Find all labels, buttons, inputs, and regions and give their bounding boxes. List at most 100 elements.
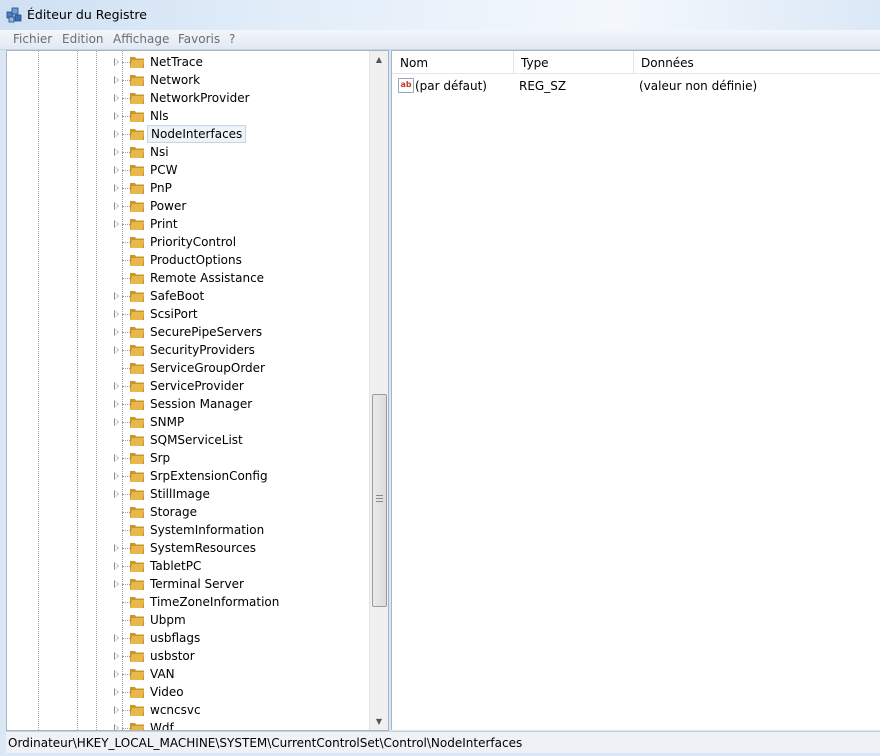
menu-help[interactable]: ? <box>229 32 235 46</box>
expand-arrow-icon[interactable] <box>114 112 119 120</box>
expand-arrow-icon[interactable] <box>114 94 119 102</box>
expand-arrow-icon[interactable] <box>114 634 119 642</box>
expand-arrow-icon[interactable] <box>114 184 119 192</box>
expand-arrow-icon[interactable] <box>114 724 119 730</box>
tree-item[interactable]: NodeInterfaces <box>7 125 369 143</box>
tree-item[interactable]: TabletPC <box>7 557 369 575</box>
tree-item[interactable]: Print <box>7 215 369 233</box>
tree-item[interactable]: Srp <box>7 449 369 467</box>
tree-vertical-scrollbar[interactable]: ▲ ▼ <box>369 51 388 730</box>
tree-item[interactable]: VAN <box>7 665 369 683</box>
column-header-data[interactable]: Données <box>633 51 880 73</box>
title-bar[interactable]: Éditeur du Registre <box>0 0 880 30</box>
expand-arrow-icon[interactable] <box>114 382 119 390</box>
scroll-thumb[interactable] <box>372 394 387 607</box>
tree-item[interactable]: SecurePipeServers <box>7 323 369 341</box>
tree-item[interactable]: SNMP <box>7 413 369 431</box>
folder-icon <box>130 435 144 446</box>
expand-arrow-icon[interactable] <box>114 490 119 498</box>
tree-item[interactable]: SafeBoot <box>7 287 369 305</box>
header-divider <box>392 73 880 74</box>
tree-item-label: SystemInformation <box>150 523 265 537</box>
tree-item[interactable]: Network <box>7 71 369 89</box>
tree-item[interactable]: Remote Assistance <box>7 269 369 287</box>
tree-item[interactable]: ServiceGroupOrder <box>7 359 369 377</box>
tree-item[interactable]: NetworkProvider <box>7 89 369 107</box>
expand-arrow-icon[interactable] <box>114 76 119 84</box>
tree-item[interactable]: PriorityControl <box>7 233 369 251</box>
key-tree[interactable]: NetTrace Network NetworkProvider Nls NodeInt… <box>7 51 369 730</box>
tree-item[interactable]: wcncsvc <box>7 701 369 719</box>
menu-fichier[interactable]: Fichier <box>13 32 52 46</box>
menu-edition[interactable]: Edition <box>62 32 104 46</box>
folder-icon <box>130 345 144 356</box>
tree-item[interactable]: Power <box>7 197 369 215</box>
tree-item[interactable]: SrpExtensionConfig <box>7 467 369 485</box>
value-data: (valeur non définie) <box>639 79 758 93</box>
expand-arrow-icon[interactable] <box>114 580 119 588</box>
key-tree-pane[interactable]: NetTrace Network NetworkProvider Nls NodeInt… <box>6 50 389 731</box>
value-row[interactable]: ab (par défaut) REG_SZ (valeur non défin… <box>392 75 880 95</box>
tree-item[interactable]: SystemInformation <box>7 521 369 539</box>
menu-favoris[interactable]: Favoris <box>178 32 220 46</box>
expand-arrow-icon[interactable] <box>114 418 119 426</box>
tree-item-label: Video <box>150 685 184 699</box>
expand-arrow-icon[interactable] <box>114 130 119 138</box>
value-type: REG_SZ <box>519 79 567 93</box>
tree-item[interactable]: StillImage <box>7 485 369 503</box>
tree-item[interactable]: usbstor <box>7 647 369 665</box>
expand-arrow-icon[interactable] <box>114 58 119 66</box>
tree-item[interactable]: usbflags <box>7 629 369 647</box>
expand-arrow-icon[interactable] <box>114 544 119 552</box>
values-pane[interactable]: Nom Type Données ab (par défaut) REG_SZ … <box>391 50 880 730</box>
expand-arrow-icon[interactable] <box>114 220 119 228</box>
tree-item[interactable]: Video <box>7 683 369 701</box>
tree-item[interactable]: Ubpm <box>7 611 369 629</box>
expand-arrow-icon[interactable] <box>114 562 119 570</box>
tree-item[interactable]: Nsi <box>7 143 369 161</box>
tree-item[interactable]: Session Manager <box>7 395 369 413</box>
tree-item[interactable]: Wdf <box>7 719 369 730</box>
tree-item[interactable]: Storage <box>7 503 369 521</box>
scroll-down-button[interactable]: ▼ <box>370 713 388 730</box>
expand-arrow-icon[interactable] <box>114 454 119 462</box>
tree-item[interactable]: Nls <box>7 107 369 125</box>
expand-arrow-icon[interactable] <box>114 328 119 336</box>
tree-item[interactable]: Terminal Server <box>7 575 369 593</box>
expand-arrow-icon[interactable] <box>114 400 119 408</box>
folder-icon <box>130 291 144 302</box>
string-value-icon: ab <box>398 78 414 93</box>
tree-item-label: SNMP <box>150 415 185 429</box>
expand-arrow-icon[interactable] <box>114 688 119 696</box>
tree-item-label: usbflags <box>150 631 201 645</box>
tree-item[interactable]: NetTrace <box>7 53 369 71</box>
expand-arrow-icon[interactable] <box>114 166 119 174</box>
tree-item[interactable]: ServiceProvider <box>7 377 369 395</box>
tree-item[interactable]: PCW <box>7 161 369 179</box>
tree-item[interactable]: ProductOptions <box>7 251 369 269</box>
column-header-name[interactable]: Nom <box>392 51 514 73</box>
expand-arrow-icon[interactable] <box>114 148 119 156</box>
expand-arrow-icon[interactable] <box>114 310 119 318</box>
tree-item[interactable]: TimeZoneInformation <box>7 593 369 611</box>
expand-arrow-icon[interactable] <box>114 652 119 660</box>
column-header-type[interactable]: Type <box>513 51 634 73</box>
expand-arrow-icon[interactable] <box>114 346 119 354</box>
tree-item-label: SQMServiceList <box>150 433 243 447</box>
tree-item-label: usbstor <box>150 649 195 663</box>
tree-item[interactable]: SQMServiceList <box>7 431 369 449</box>
folder-icon <box>130 129 144 140</box>
tree-item[interactable]: SystemResources <box>7 539 369 557</box>
tree-item[interactable]: PnP <box>7 179 369 197</box>
scroll-up-button[interactable]: ▲ <box>370 51 388 68</box>
tree-item[interactable]: SecurityProviders <box>7 341 369 359</box>
expand-arrow-icon[interactable] <box>114 670 119 678</box>
folder-icon <box>130 111 144 122</box>
expand-arrow-icon[interactable] <box>114 472 119 480</box>
expand-arrow-icon[interactable] <box>114 202 119 210</box>
tree-item-label: ProductOptions <box>150 253 242 267</box>
menu-affichage[interactable]: Affichage <box>113 32 169 46</box>
expand-arrow-icon[interactable] <box>114 292 119 300</box>
tree-item[interactable]: ScsiPort <box>7 305 369 323</box>
expand-arrow-icon[interactable] <box>114 706 119 714</box>
